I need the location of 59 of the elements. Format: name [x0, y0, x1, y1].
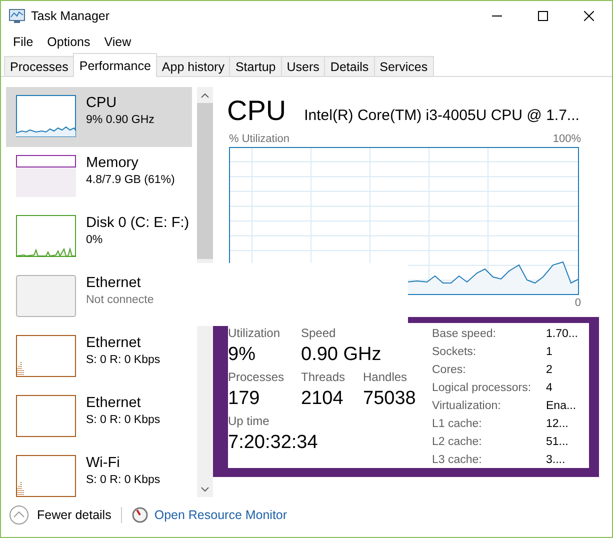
spec-label: Cores: — [432, 363, 467, 378]
spec-label: L3 cache: — [432, 453, 483, 468]
gauge-icon — [132, 507, 148, 523]
spec-value: 51... — [546, 435, 570, 450]
stat-label: Handles — [363, 369, 408, 385]
spec-value: 2 — [546, 363, 554, 378]
resource-monitor-link[interactable]: Open Resource Monitor — [154, 508, 288, 522]
sidebar-item[interactable]: Memory 4.8/7.9 GB (61%) — [6, 147, 192, 207]
spec-value: 4 — [546, 381, 554, 396]
graph-min: 0 — [574, 297, 581, 309]
tab[interactable]: Details — [324, 56, 375, 76]
spec-value: 12... — [546, 417, 570, 432]
spec-label: L2 cache: — [432, 435, 483, 450]
stat-value: 179 — [228, 387, 261, 411]
scroll-up-icon[interactable] — [201, 92, 209, 98]
spec-label: Virtualization: — [432, 399, 502, 414]
spec-value: 3.... — [546, 453, 566, 468]
window-title: Task Manager — [31, 9, 111, 23]
menu-item[interactable]: View — [98, 35, 138, 49]
menu-item[interactable]: Options — [41, 35, 96, 49]
tab[interactable]: Services — [374, 56, 434, 76]
fewer-details-button[interactable]: Fewer details — [9, 505, 112, 525]
spec-value: Ena... — [546, 399, 578, 414]
stat-value: 7:20:32:34 — [228, 431, 319, 455]
sidebar-item[interactable]: Ethernet S: 0 R: 0 Kbps — [6, 327, 192, 387]
tab[interactable]: Users — [280, 56, 326, 76]
spec-label: Base speed: — [432, 327, 497, 342]
collapse-icon[interactable] — [9, 505, 29, 525]
close-button[interactable] — [584, 11, 594, 21]
scroll-down-icon[interactable] — [201, 486, 209, 492]
stat-label: Threads — [301, 369, 346, 385]
sidebar-item[interactable]: Wi-Fi S: 0 R: 0 Kbps — [6, 447, 192, 507]
sidebar-item[interactable]: Disk 0 (C: E: F:) 0% — [6, 207, 192, 267]
spec-value: 1 — [546, 345, 554, 360]
sidebar-item[interactable]: Ethernet S: 0 R: 0 Kbps — [6, 387, 192, 447]
tab[interactable]: App history — [156, 56, 230, 76]
spec-label: Logical processors: — [432, 381, 532, 396]
stat-label: Utilization — [228, 325, 282, 341]
tab[interactable]: Processes — [4, 56, 74, 76]
app-icon — [9, 9, 25, 23]
sidebar-item[interactable]: CPU 9% 0.90 GHz — [6, 87, 192, 147]
stat-value: 9% — [228, 343, 256, 367]
stat-value: 0.90 GHz — [301, 343, 382, 367]
stat-label: Processes — [228, 369, 286, 385]
spec-label: Sockets: — [432, 345, 478, 360]
stat-label: Up time — [228, 413, 270, 429]
graph-max: 100% — [552, 133, 581, 145]
stat-value: 75038 — [363, 387, 417, 411]
graph-label: % Utilization — [229, 133, 290, 145]
stat-label: Speed — [301, 325, 337, 341]
cpu-model: Intel(R) Core(TM) i3-4005U CPU @ 1.7... — [304, 107, 580, 124]
maximize-button[interactable] — [538, 11, 548, 21]
spec-value: 1.70... — [546, 327, 579, 342]
menu-item[interactable]: File — [7, 35, 40, 49]
spec-label: L1 cache: — [432, 417, 483, 432]
stat-value: 2104 — [301, 387, 344, 411]
panel-title: CPU — [227, 95, 286, 127]
tab[interactable]: Startup — [229, 56, 282, 76]
tab[interactable]: Performance — [73, 53, 157, 77]
